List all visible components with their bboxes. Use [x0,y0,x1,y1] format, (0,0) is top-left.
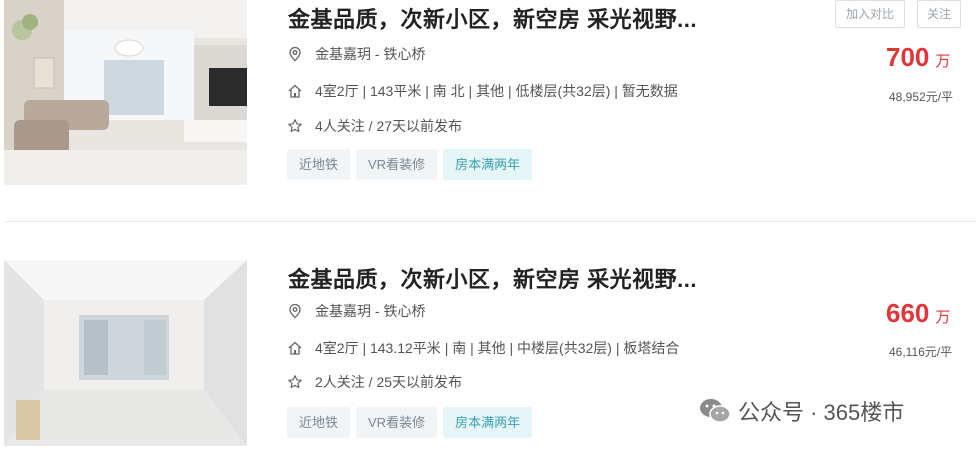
location-row: 金基嘉玥 - 铁心桥 [287,44,425,64]
total-price: 660 万 [886,298,950,329]
price-value: 660 [886,298,930,328]
location-pin-icon [287,46,303,62]
listing-divider [4,221,976,222]
tag-list: 近地铁 VR看装修 房本满两年 [287,407,533,438]
house-info-row: 4室2厅 | 143.12平米 | 南 | 其他 | 中楼层(共32层) | 板… [287,338,679,358]
unit-price: 46,116元/平 [889,345,953,359]
add-to-compare-button[interactable]: 加入对比 [835,0,905,28]
listing-photo[interactable] [4,260,247,446]
listing-card[interactable]: 金基品质，次新小区，新空房 采光视野... 金基嘉玥 - 铁心桥 4室2厅 | … [0,0,976,205]
unit-price: 48,952元/平 [889,90,954,104]
total-price: 700 万 [886,42,950,73]
star-icon [287,374,303,390]
tag-vr-decoration: VR看装修 [356,149,438,180]
empty-room-photo [4,260,247,446]
price-unit: 万 [935,309,951,326]
follow-button[interactable]: 关注 [917,0,961,28]
house-info-row: 4室2厅 | 143平米 | 南 北 | 其他 | 低楼层(共32层) | 暂无… [287,81,678,101]
house-icon [287,83,303,99]
tag-deed-two-years: 房本满两年 [443,149,533,180]
price-value: 700 [886,42,930,72]
house-info-text: 4室2厅 | 143.12平米 | 南 | 其他 | 中楼层(共32层) | 板… [315,340,680,356]
follow-info-row: 2人关注 / 25天以前发布 [287,372,462,392]
house-icon [287,340,303,356]
wechat-watermark: 公众号 · 365楼市 [698,394,904,428]
listing-title[interactable]: 金基品质，次新小区，新空房 采光视野... [288,262,697,294]
listing-title[interactable]: 金基品质，次新小区，新空房 采光视野... [288,2,697,34]
location-pin-icon [287,303,303,319]
follow-info-row: 4人关注 / 27天以前发布 [287,116,462,136]
tag-vr-decoration: VR看装修 [356,407,438,438]
star-icon [287,118,303,134]
location-row: 金基嘉玥 - 铁心桥 [287,301,425,321]
tag-list: 近地铁 VR看装修 房本满两年 [287,149,533,180]
tag-near-subway: 近地铁 [287,407,351,438]
listing-photo[interactable] [4,0,247,185]
living-room-photo [4,0,247,185]
price-unit: 万 [935,53,951,70]
location-link[interactable]: 金基嘉玥 - 铁心桥 [315,301,425,321]
follow-info-text: 4人关注 / 27天以前发布 [315,118,463,134]
wechat-icon [698,394,732,428]
watermark-text: 公众号 · 365楼市 [738,400,905,425]
follow-info-text: 2人关注 / 25天以前发布 [315,374,463,390]
tag-near-subway: 近地铁 [287,149,351,180]
house-info-text: 4室2厅 | 143平米 | 南 北 | 其他 | 低楼层(共32层) | 暂无… [315,83,678,99]
location-link[interactable]: 金基嘉玥 - 铁心桥 [315,44,425,64]
tag-deed-two-years: 房本满两年 [443,407,533,438]
